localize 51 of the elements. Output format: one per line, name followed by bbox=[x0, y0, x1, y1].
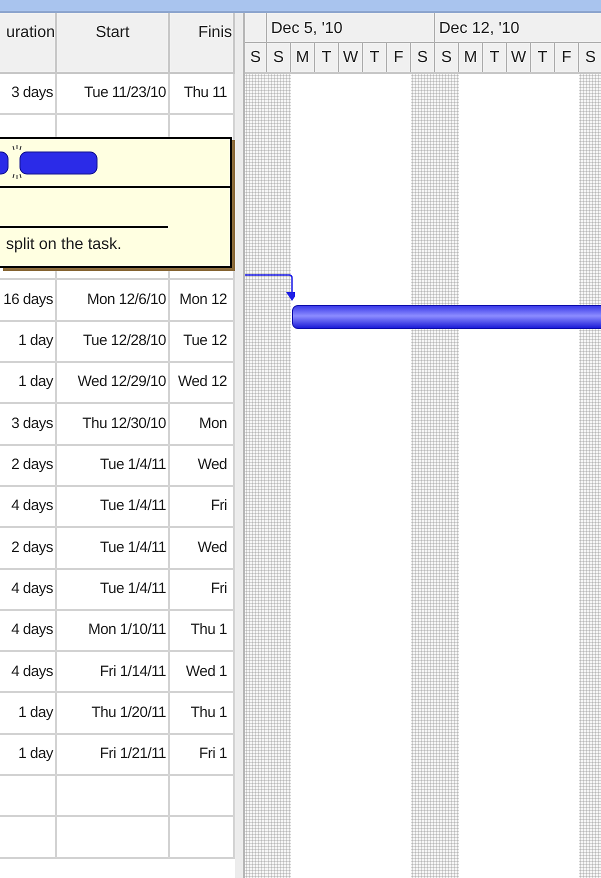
day-header: T bbox=[363, 43, 387, 72]
day-header: S bbox=[245, 43, 267, 72]
table-cell: Fri 1/14/11 bbox=[57, 652, 170, 694]
table-cell: 2 days bbox=[0, 446, 57, 487]
table-cell: Tue 1/4/11 bbox=[57, 570, 170, 611]
table-cell: 2 days bbox=[0, 528, 57, 570]
day-header: F bbox=[555, 43, 579, 72]
table-cell: Fri 1/21/11 bbox=[57, 734, 170, 776]
day-header: W bbox=[507, 43, 531, 72]
day-header: W bbox=[339, 43, 363, 72]
task-bar[interactable] bbox=[292, 305, 601, 329]
day-header: T bbox=[483, 43, 507, 72]
day-header: T bbox=[315, 43, 339, 72]
column-header[interactable]: Start bbox=[57, 13, 170, 74]
day-header: S bbox=[267, 43, 291, 72]
week-header: Dec 12, '10 bbox=[435, 13, 601, 42]
table-cell: Tue 1/4/11 bbox=[57, 446, 170, 487]
column-header[interactable]: uration bbox=[0, 13, 57, 74]
table-cell: Tue 1/4/11 bbox=[57, 528, 170, 570]
table-cell: 4 days bbox=[0, 486, 57, 528]
table-cell: 1 day bbox=[0, 363, 57, 404]
week-header: Dec 5, '10 bbox=[267, 13, 435, 42]
table-cell: Thu 1/20/11 bbox=[57, 693, 170, 735]
table-cell: 1 day bbox=[0, 693, 57, 735]
table-cell: Mon 1/10/11 bbox=[57, 610, 170, 652]
table-cell: Thu 12/30/10 bbox=[57, 404, 170, 446]
table-cell: 1 day bbox=[0, 322, 57, 364]
table-cell bbox=[0, 776, 57, 818]
day-header: S bbox=[435, 43, 459, 72]
table-cell: 3 days bbox=[0, 74, 57, 116]
day-header: T bbox=[531, 43, 555, 72]
table-cell: 4 days bbox=[0, 610, 57, 652]
table-cell: Wed 12/29/10 bbox=[57, 363, 170, 404]
table-cell: Tue 1/4/11 bbox=[57, 486, 170, 528]
day-header: F bbox=[387, 43, 411, 72]
table-cell: 16 days bbox=[0, 280, 57, 322]
split-bar-icon bbox=[0, 144, 100, 180]
table-cell: 3 days bbox=[0, 404, 57, 446]
table-cell: Tue 12/28/10 bbox=[57, 322, 170, 364]
table-cell: Tue 11/23/10 bbox=[57, 74, 170, 116]
table-cell: Mon 12/6/10 bbox=[57, 280, 170, 322]
day-header: S bbox=[411, 43, 435, 72]
tooltip-text: split on the task. bbox=[6, 235, 122, 255]
column-header[interactable]: Finis bbox=[170, 13, 235, 74]
day-header: M bbox=[459, 43, 483, 72]
table-cell: 4 days bbox=[0, 652, 57, 694]
table-cell: 1 day bbox=[0, 734, 57, 776]
table-cell bbox=[0, 817, 57, 859]
table-cell: 4 days bbox=[0, 570, 57, 611]
day-header: M bbox=[291, 43, 315, 72]
day-header: S bbox=[579, 43, 601, 72]
